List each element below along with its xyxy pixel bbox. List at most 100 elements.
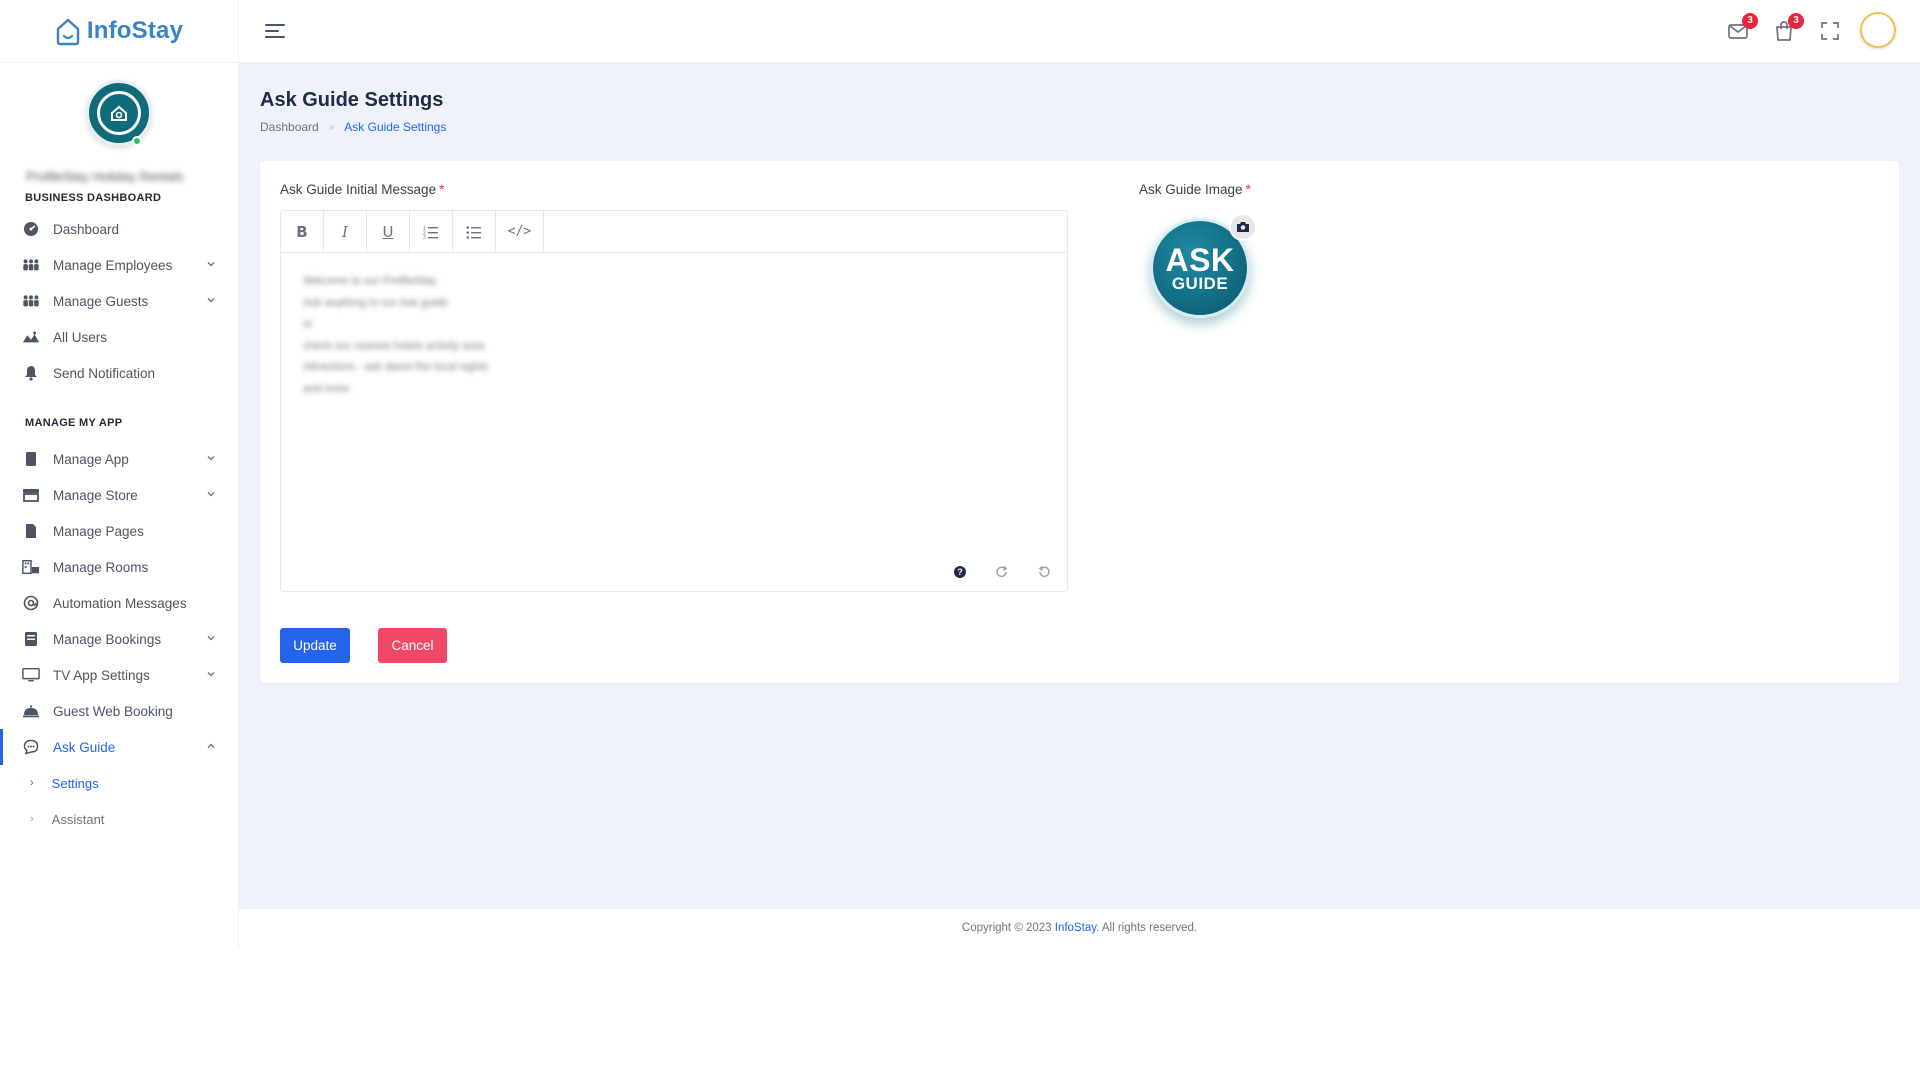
required-mark: * xyxy=(439,182,445,197)
required-mark: * xyxy=(1245,182,1251,197)
sidebar-item-manage-store[interactable]: Manage Store xyxy=(0,477,238,513)
profile-block: ProfileStay Holiday Rentals xyxy=(0,63,238,188)
chevron-down-icon xyxy=(207,492,215,497)
sidebar-item-send-notification[interactable]: Send Notification xyxy=(0,355,238,391)
section-title-business: BUSINESS DASHBOARD xyxy=(25,192,162,204)
bold-button[interactable]: B xyxy=(281,211,324,252)
editor-line: Ask anything to our Ask guide xyxy=(303,296,448,309)
message-label: Ask Guide Initial Message * xyxy=(280,182,444,197)
sidebar-item-dashboard[interactable]: Dashboard xyxy=(0,211,238,247)
editor-content[interactable]: Welcome to our ProfileStay Ask anything … xyxy=(303,271,543,400)
chevron-down-icon xyxy=(207,456,215,461)
sidebar-item-ask-guide[interactable]: Ask Guide xyxy=(0,729,238,765)
ask-guide-image[interactable]: ASK GUIDE xyxy=(1145,213,1257,323)
chevron-right-icon: › xyxy=(30,777,34,789)
sidebar-item-manage-rooms[interactable]: Manage Rooms xyxy=(0,549,238,585)
booking-icon xyxy=(22,703,40,719)
business-name: ProfileStay Holiday Rentals xyxy=(26,169,184,183)
sidebar-item-guest-web-booking[interactable]: Guest Web Booking xyxy=(0,693,238,729)
cart-button[interactable]: 3 xyxy=(1773,13,1804,42)
top-header: 3 3 xyxy=(239,0,1920,63)
rich-text-editor[interactable]: B I U 123 </> Welcome to our ProfileStay… xyxy=(280,210,1068,592)
undo-icon xyxy=(1038,565,1050,578)
upload-image-button[interactable] xyxy=(1229,213,1257,241)
sidebar-item-label: Manage Store xyxy=(53,487,138,503)
bullet-list-icon xyxy=(466,225,481,239)
editor-line: or xyxy=(303,318,313,330)
breadcrumb-home[interactable]: Dashboard xyxy=(260,120,319,134)
fullscreen-icon xyxy=(1821,22,1839,40)
sidebar-item-tv-app-settings[interactable]: TV App Settings xyxy=(0,657,238,693)
bookings-icon xyxy=(22,631,40,647)
undo-button[interactable] xyxy=(1035,563,1053,581)
app-nav: Manage App Manage Store Manage Pages Man… xyxy=(0,441,238,837)
redo-icon xyxy=(996,565,1008,578)
sidebar-item-label: Automation Messages xyxy=(53,595,187,611)
footer: Copyright © 2023 InfoStay. All rights re… xyxy=(239,909,1920,947)
ordered-list-icon: 123 xyxy=(423,225,438,239)
users-icon xyxy=(22,329,40,345)
house-logo-icon xyxy=(56,18,80,46)
sidebar-item-manage-app[interactable]: Manage App xyxy=(0,441,238,477)
copyright-prefix: Copyright © 2023 xyxy=(961,922,1055,934)
update-button[interactable]: Update xyxy=(280,628,350,663)
editor-line: and more xyxy=(303,382,350,395)
fullscreen-button[interactable] xyxy=(1819,20,1841,42)
page-title: Ask Guide Settings xyxy=(260,89,444,111)
breadcrumb-current: Ask Guide Settings xyxy=(344,120,447,134)
bullet-list-button[interactable] xyxy=(453,211,496,252)
message-label-text: Ask Guide Initial Message xyxy=(280,182,437,197)
chevron-up-icon xyxy=(207,743,215,748)
image-label-text: Ask Guide Image xyxy=(1139,182,1243,197)
italic-button[interactable]: I xyxy=(324,211,367,252)
guests-icon xyxy=(22,293,40,309)
ask-guide-logo-line1: ASK xyxy=(1165,241,1235,278)
help-button[interactable]: ? xyxy=(951,563,969,581)
editor-toolbar: B I U 123 </> xyxy=(281,211,1067,253)
home-search-icon xyxy=(111,105,127,121)
sidebar-subitem-label: Settings xyxy=(51,775,99,791)
redo-button[interactable] xyxy=(993,563,1011,581)
pages-icon xyxy=(22,523,40,539)
sidebar-item-label: Manage App xyxy=(53,451,129,467)
sidebar-item-label: Manage Pages xyxy=(53,523,144,539)
sidebar-item-manage-pages[interactable]: Manage Pages xyxy=(0,513,238,549)
sidebar-subitem-assistant[interactable]: › Assistant xyxy=(0,801,238,837)
menu-toggle-icon[interactable] xyxy=(264,22,286,40)
chat-icon xyxy=(22,739,40,755)
online-status-dot xyxy=(132,136,142,146)
mail-button[interactable]: 3 xyxy=(1727,13,1758,42)
footer-brand-link[interactable]: InfoStay xyxy=(1055,922,1096,934)
business-nav: Dashboard Manage Employees Manage Guests… xyxy=(0,211,238,391)
dashboard-icon xyxy=(22,221,40,237)
sidebar-item-manage-employees[interactable]: Manage Employees xyxy=(0,247,238,283)
sidebar-item-label: Manage Bookings xyxy=(53,631,162,647)
editor-footer: ? xyxy=(951,563,1053,581)
cart-badge: 3 xyxy=(1788,13,1804,29)
chevron-down-icon xyxy=(207,636,215,641)
sidebar-item-manage-guests[interactable]: Manage Guests xyxy=(0,283,238,319)
help-icon: ? xyxy=(954,566,966,578)
underline-button[interactable]: U xyxy=(367,211,410,252)
ask-guide-logo-line2: GUIDE xyxy=(1171,273,1229,293)
sidebar-item-label: Manage Guests xyxy=(53,293,149,309)
mail-badge: 3 xyxy=(1742,13,1758,29)
at-icon xyxy=(22,595,40,611)
sidebar-item-automation-messages[interactable]: Automation Messages xyxy=(0,585,238,621)
business-avatar[interactable] xyxy=(86,80,152,146)
cancel-button[interactable]: Cancel xyxy=(378,628,447,663)
code-button[interactable]: </> xyxy=(496,211,544,252)
copyright-suffix: . All rights reserved. xyxy=(1096,922,1198,934)
bell-icon xyxy=(22,365,40,381)
sidebar-item-label: TV App Settings xyxy=(53,667,150,683)
logo[interactable]: InfoStay xyxy=(0,0,238,63)
user-avatar[interactable] xyxy=(1860,12,1896,48)
sidebar-item-all-users[interactable]: All Users xyxy=(0,319,238,355)
sidebar-item-label: Ask Guide xyxy=(53,739,116,755)
sidebar-subitem-settings[interactable]: › Settings xyxy=(0,765,238,801)
svg-text:3: 3 xyxy=(423,235,426,239)
ordered-list-button[interactable]: 123 xyxy=(410,211,453,252)
sidebar-item-label: Manage Rooms xyxy=(53,559,149,575)
breadcrumb-separator: » xyxy=(328,121,335,133)
sidebar-item-manage-bookings[interactable]: Manage Bookings xyxy=(0,621,238,657)
